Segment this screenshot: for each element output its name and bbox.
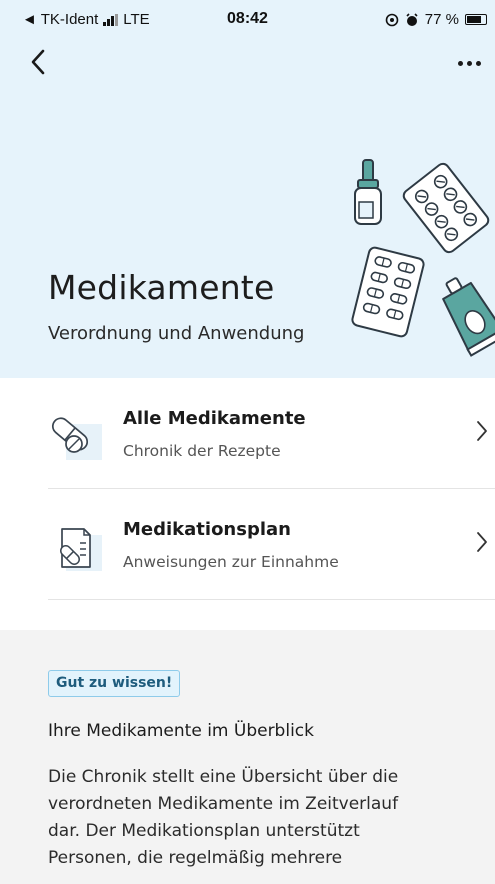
- info-text-line: dar. Der Medikationsplan unterstützt: [48, 821, 360, 841]
- info-section: Gut zu wissen! Ihre Medikamente im Überb…: [0, 630, 495, 884]
- medication-plan-icon: [48, 515, 108, 575]
- menu-list: Alle Medikamente Chronik der Rezepte Med…: [48, 378, 495, 600]
- info-text-line: verordneten Medikamente im Zeitverlauf: [48, 794, 399, 814]
- location-icon: [385, 13, 399, 26]
- status-right: 77 %: [385, 11, 487, 28]
- pill-icon: [48, 404, 108, 464]
- menu-item-title: Alle Medikamente: [123, 408, 306, 429]
- page-title: Medikamente: [48, 268, 275, 307]
- info-text-line: Die Chronik stellt eine Übersicht über d…: [48, 767, 399, 787]
- more-dot-icon: [475, 60, 481, 66]
- ointment-tube-icon: [442, 277, 495, 357]
- info-heading: Ihre Medikamente im Überblick: [48, 721, 314, 741]
- menu-item-subtitle: Anweisungen zur Einnahme: [123, 553, 339, 571]
- more-button[interactable]: [449, 50, 489, 76]
- battery-percent: 77 %: [424, 11, 459, 28]
- status-bar: ◄ TK-Ident LTE 08:42 77 %: [0, 0, 495, 40]
- back-button[interactable]: [24, 48, 52, 76]
- more-dot-icon: [466, 60, 472, 66]
- chevron-right-icon: [477, 532, 487, 552]
- capsule-blister-icon: [351, 246, 425, 338]
- battery-icon: [465, 14, 487, 25]
- info-badge: Gut zu wissen!: [48, 670, 181, 697]
- chevron-left-icon: [31, 49, 45, 75]
- info-text: Die Chronik stellt eine Übersicht über d…: [48, 764, 488, 872]
- blister-pack-icon: [402, 162, 490, 254]
- menu-item-title: Medikationsplan: [123, 519, 291, 540]
- dropper-bottle-icon: [354, 159, 382, 225]
- menu-item-alle-medikamente[interactable]: Alle Medikamente Chronik der Rezepte: [48, 378, 495, 489]
- page-subtitle: Verordnung und Anwendung: [48, 323, 305, 344]
- info-text-line: Personen, die regelmäßig mehrere: [48, 848, 343, 868]
- alarm-icon: [406, 12, 418, 26]
- menu-item-medikationsplan[interactable]: Medikationsplan Anweisungen zur Einnahme: [48, 489, 495, 600]
- medication-illustration: [351, 159, 495, 357]
- more-dot-icon: [457, 60, 463, 66]
- menu-item-subtitle: Chronik der Rezepte: [123, 442, 281, 460]
- chevron-right-icon: [477, 421, 487, 441]
